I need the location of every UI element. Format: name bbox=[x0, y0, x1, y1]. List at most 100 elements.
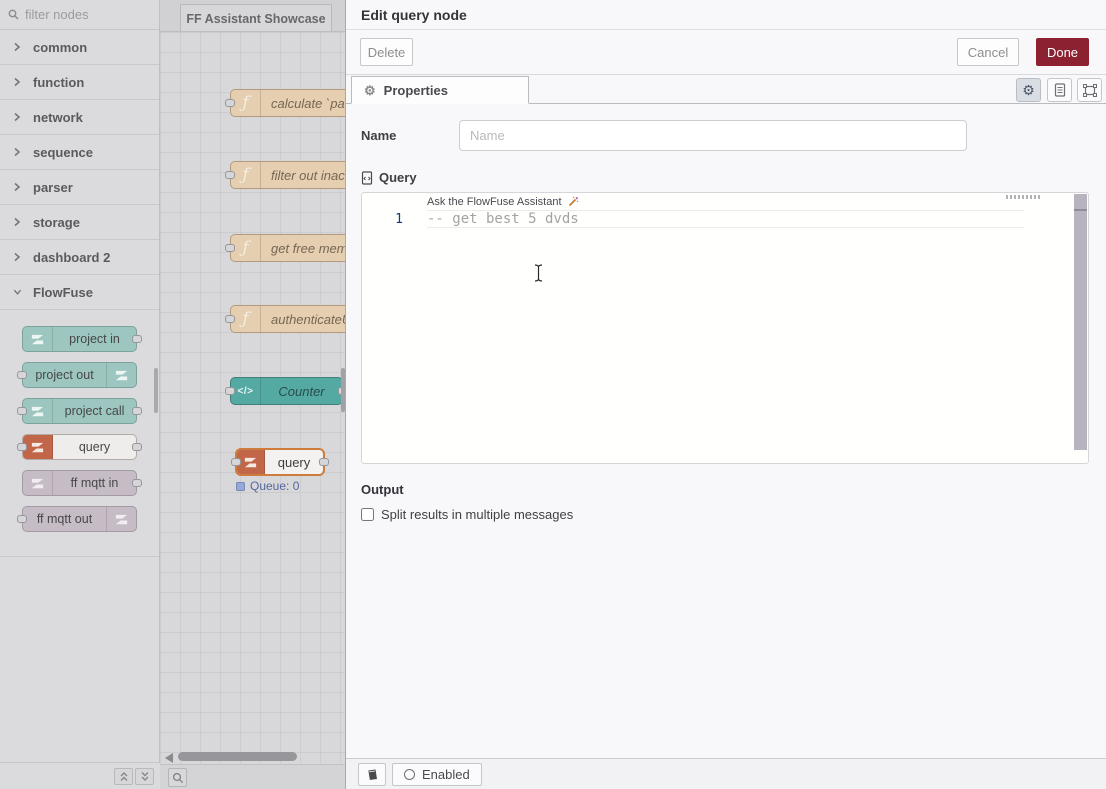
search-icon bbox=[8, 9, 19, 20]
double-chevron-up-icon bbox=[119, 771, 129, 782]
text-cursor-pointer bbox=[534, 264, 543, 282]
chevron-right-icon bbox=[13, 77, 22, 87]
canvas-horizontal-scrollbar[interactable] bbox=[178, 752, 297, 761]
flowfuse-icon bbox=[23, 435, 53, 459]
properties-form: Name Query Ask the FlowFuse Assistant bbox=[346, 104, 1106, 522]
tab-properties[interactable]: ⚙ Properties bbox=[351, 76, 529, 104]
double-chevron-down-icon bbox=[140, 771, 150, 782]
function-node-authenticate[interactable]: ƒ authenticateU bbox=[230, 305, 345, 333]
expand-all-button[interactable] bbox=[135, 768, 154, 785]
chevron-right-icon bbox=[13, 217, 22, 227]
chevron-right-icon bbox=[13, 252, 22, 262]
magic-wand-icon bbox=[567, 196, 579, 208]
dialog-title: Edit query node bbox=[361, 7, 467, 23]
input-port[interactable] bbox=[225, 315, 235, 323]
status-text: Queue: 0 bbox=[250, 479, 299, 493]
dialog-footer: Enabled bbox=[346, 758, 1106, 789]
editor-scrollbar[interactable] bbox=[1074, 194, 1087, 450]
palette-category-parser[interactable]: parser bbox=[0, 170, 159, 205]
template-node-counter[interactable]: </> Counter bbox=[230, 377, 343, 405]
workspace-tabbar: FF Assistant Showcase bbox=[160, 0, 345, 32]
input-port bbox=[17, 407, 27, 415]
book-icon bbox=[366, 769, 379, 781]
function-node-filter[interactable]: ƒ filter out inac bbox=[230, 161, 345, 189]
split-results-checkbox[interactable] bbox=[361, 508, 374, 521]
palette-node-ff-mqtt-out[interactable]: ff mqtt out bbox=[22, 506, 137, 532]
chevron-right-icon bbox=[13, 147, 22, 157]
gear-icon: ⚙ bbox=[1022, 83, 1035, 97]
name-label: Name bbox=[361, 120, 459, 151]
flowfuse-icon bbox=[23, 471, 53, 495]
palette-category-sequence[interactable]: sequence bbox=[0, 135, 159, 170]
description-icon-button[interactable] bbox=[1047, 78, 1072, 102]
palette-footer bbox=[0, 762, 160, 789]
navigator-button[interactable] bbox=[168, 768, 187, 787]
output-section-label: Output bbox=[361, 482, 1091, 497]
output-port bbox=[132, 335, 142, 343]
query-node-selected[interactable]: query bbox=[235, 448, 325, 476]
function-node-calculate[interactable]: ƒ calculate `pa bbox=[230, 89, 345, 117]
sql-code-editor[interactable]: Ask the FlowFuse Assistant 1 -- get best… bbox=[361, 192, 1089, 464]
palette-category-flowfuse[interactable]: FlowFuse bbox=[0, 275, 159, 310]
function-node-get-free-mem[interactable]: ƒ get free mem bbox=[230, 234, 345, 262]
output-port[interactable] bbox=[319, 458, 329, 466]
palette-node-project-call[interactable]: project call bbox=[22, 398, 137, 424]
scroll-left-arrow[interactable] bbox=[165, 753, 173, 763]
assistant-hint[interactable]: Ask the FlowFuse Assistant bbox=[427, 196, 579, 208]
palette-node-project-out[interactable]: project out bbox=[22, 362, 137, 388]
chevron-down-icon bbox=[13, 288, 22, 296]
flowfuse-icon bbox=[106, 507, 136, 531]
done-button[interactable]: Done bbox=[1036, 38, 1089, 66]
palette-category-storage[interactable]: storage bbox=[0, 205, 159, 240]
enabled-label: Enabled bbox=[422, 767, 470, 782]
name-input[interactable] bbox=[459, 120, 967, 151]
flow-workspace[interactable]: ƒ calculate `pa ƒ filter out inac ƒ get … bbox=[160, 32, 345, 789]
function-icon: ƒ bbox=[231, 235, 261, 261]
palette-node-query[interactable]: query bbox=[22, 434, 137, 460]
chevron-right-icon bbox=[13, 42, 22, 52]
function-icon: ƒ bbox=[231, 306, 261, 332]
flowfuse-icon bbox=[106, 363, 136, 387]
input-port[interactable] bbox=[225, 387, 235, 395]
search-input[interactable] bbox=[25, 7, 145, 22]
node-status: Queue: 0 bbox=[236, 479, 299, 493]
palette-category-network[interactable]: network bbox=[0, 100, 159, 135]
palette-node-ff-mqtt-in[interactable]: ff mqtt in bbox=[22, 470, 137, 496]
flowfuse-icon bbox=[237, 450, 265, 474]
canvas-footer bbox=[160, 764, 345, 789]
name-row: Name bbox=[361, 120, 1091, 151]
cancel-button[interactable]: Cancel bbox=[957, 38, 1019, 66]
split-results-label[interactable]: Split results in multiple messages bbox=[381, 507, 573, 522]
chevron-right-icon bbox=[13, 112, 22, 122]
palette-search[interactable] bbox=[0, 0, 159, 30]
code-line: -- get best 5 dvds bbox=[427, 211, 579, 227]
query-section-header: Query bbox=[361, 170, 1091, 185]
input-port[interactable] bbox=[225, 99, 235, 107]
dialog-tabs: ⚙ Properties ⚙ bbox=[346, 75, 1106, 104]
appearance-icon-button[interactable] bbox=[1077, 78, 1102, 102]
document-icon bbox=[1054, 83, 1066, 97]
docs-button[interactable] bbox=[358, 763, 386, 786]
status-dot bbox=[236, 482, 245, 491]
split-results-row: Split results in multiple messages bbox=[361, 507, 1091, 522]
input-port bbox=[17, 371, 27, 379]
code-icon: </> bbox=[231, 378, 261, 404]
palette-category-function[interactable]: function bbox=[0, 65, 159, 100]
delete-button[interactable]: Delete bbox=[360, 38, 413, 66]
palette-scrollbar[interactable] bbox=[154, 368, 158, 413]
collapse-all-button[interactable] bbox=[114, 768, 133, 785]
enabled-toggle-button[interactable]: Enabled bbox=[392, 763, 482, 786]
input-port[interactable] bbox=[231, 458, 241, 466]
palette-category-common[interactable]: common bbox=[0, 30, 159, 65]
palette-flowfuse-nodes: project in project out project call bbox=[0, 310, 159, 557]
palette-category-dashboard2[interactable]: dashboard 2 bbox=[0, 240, 159, 275]
properties-icon-button[interactable]: ⚙ bbox=[1016, 78, 1041, 102]
input-port[interactable] bbox=[225, 244, 235, 252]
query-label: Query bbox=[379, 170, 417, 185]
input-port[interactable] bbox=[225, 171, 235, 179]
appearance-icon bbox=[1083, 84, 1097, 97]
output-port bbox=[132, 479, 142, 487]
palette-node-project-in[interactable]: project in bbox=[22, 326, 137, 352]
flow-tab[interactable]: FF Assistant Showcase bbox=[180, 4, 332, 32]
gear-icon: ⚙ bbox=[364, 84, 376, 97]
